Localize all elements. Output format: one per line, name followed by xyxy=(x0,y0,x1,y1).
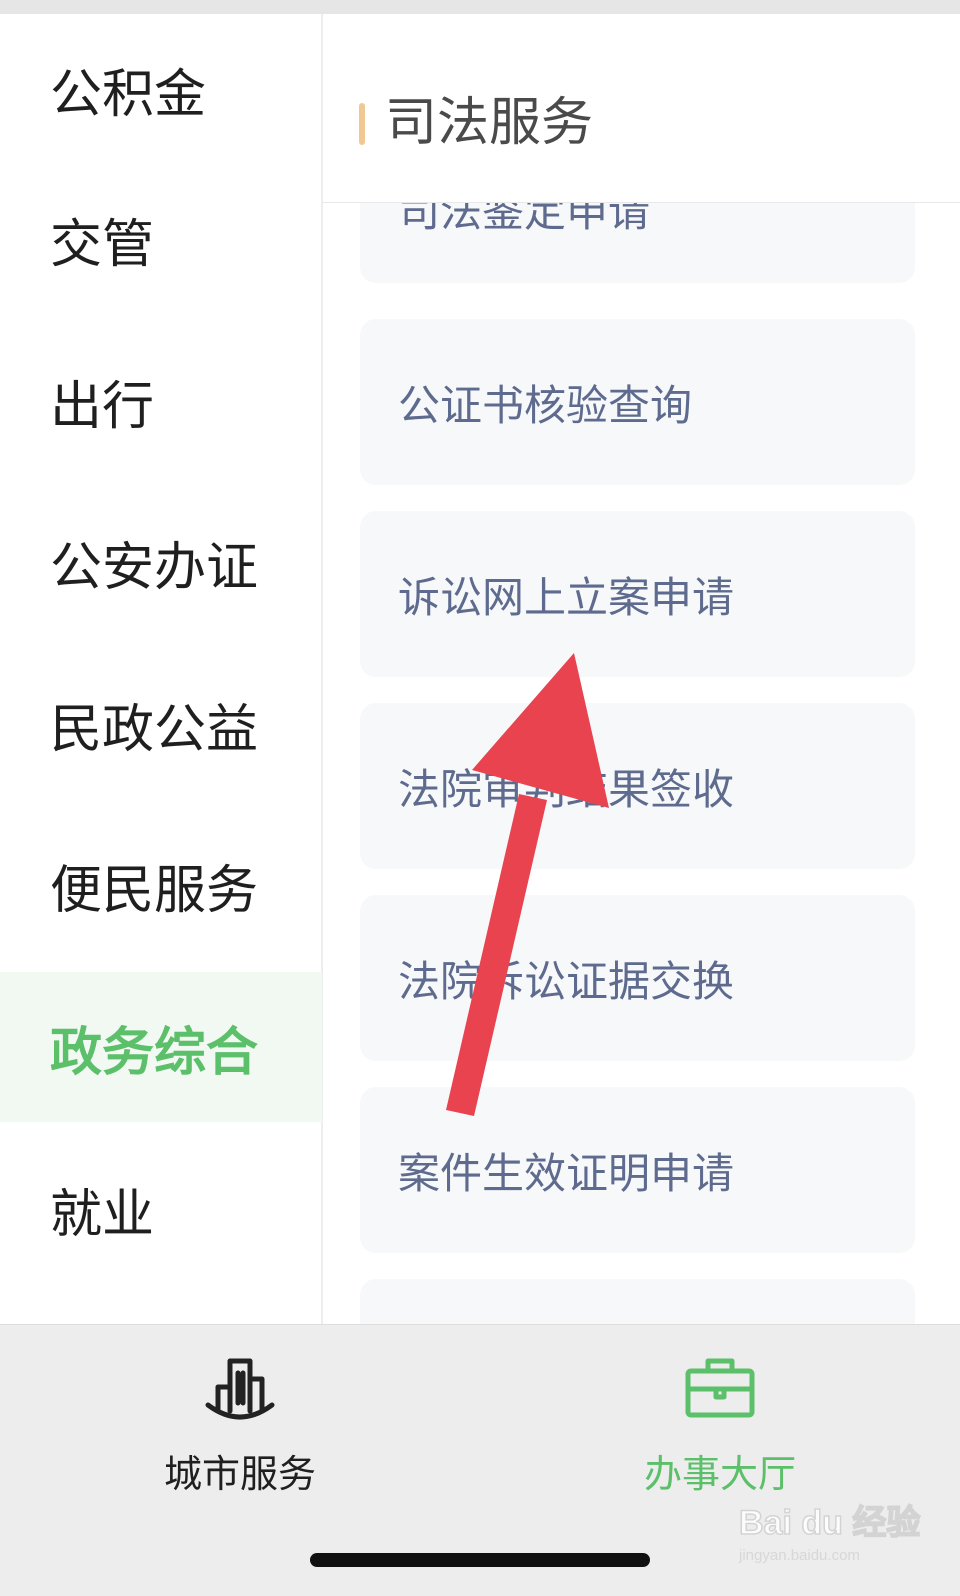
service-item-partial[interactable] xyxy=(360,1279,915,1324)
tab-label: 城市服务 xyxy=(163,1452,316,1496)
status-bar-strip xyxy=(0,0,960,14)
service-item-online-case-filing[interactable]: 诉讼网上立案申请 xyxy=(360,511,915,677)
section-accent-bar xyxy=(359,103,365,145)
watermark-brand: Bai du 经验 xyxy=(739,1503,920,1542)
service-item-label: 诉讼网上立案申请 xyxy=(398,572,735,622)
sidebar-item-civil-affairs[interactable]: 民政公益 xyxy=(0,649,322,799)
service-item-evidence-exchange[interactable]: 法院诉讼证据交换 xyxy=(360,895,915,1061)
city-building-icon xyxy=(205,1358,275,1420)
service-item-label: 公证书核验查询 xyxy=(398,380,693,430)
sidebar-item-travel[interactable]: 出行 xyxy=(0,326,322,476)
baidu-jingyan-watermark: Bai du 经验 jingyan.baidu.com xyxy=(738,1502,921,1564)
watermark-url: jingyan.baidu.com xyxy=(738,1547,860,1564)
briefcase-icon xyxy=(685,1358,755,1418)
sidebar-item-label: 就业 xyxy=(50,1184,155,1245)
sidebar-item-convenience[interactable]: 便民服务 xyxy=(0,810,322,960)
tab-city-services[interactable]: 城市服务 xyxy=(110,1349,370,1509)
sidebar-item-label: 民政公益 xyxy=(50,699,259,760)
service-item-case-effective-certificate[interactable]: 案件生效证明申请 xyxy=(360,1087,915,1253)
sidebar-item-label: 公积金 xyxy=(50,64,207,125)
service-item-notary-verification[interactable]: 公证书核验查询 xyxy=(360,319,915,485)
section-header: 司法服务 xyxy=(323,14,960,203)
sidebar-item-label: 交管 xyxy=(50,214,155,275)
tab-service-hall[interactable]: 办事大厅 xyxy=(590,1349,850,1509)
service-item-label: 案件生效证明申请 xyxy=(398,1148,735,1198)
service-item-label: 法院审判结果签收 xyxy=(398,764,735,814)
service-item-label: 司法鉴定申请 xyxy=(398,202,651,236)
sidebar-item-traffic[interactable]: 交管 xyxy=(0,164,322,314)
sidebar-item-government-affairs[interactable]: 政务综合 xyxy=(0,972,322,1122)
home-indicator xyxy=(310,1553,650,1567)
category-sidebar: 公积金 交管 出行 公安办证 民政公益 便民服务 政务综合 就业 xyxy=(0,14,322,1324)
sidebar-item-label: 出行 xyxy=(50,376,155,437)
service-content-panel: 司法服务 司法鉴定申请 公证书核验查询 诉讼网上立案申请 法院审判结果签收 法院… xyxy=(323,14,960,1324)
sidebar-item-label: 公安办证 xyxy=(50,537,259,598)
sidebar-item-police[interactable]: 公安办证 xyxy=(0,487,322,637)
sidebar-item-housing-fund[interactable]: 公积金 xyxy=(0,14,322,164)
service-item-court-judgment-receipt[interactable]: 法院审判结果签收 xyxy=(360,703,915,869)
section-title: 司法服务 xyxy=(385,93,594,153)
sidebar-item-label: 便民服务 xyxy=(50,860,259,921)
sidebar-item-label: 政务综合 xyxy=(50,1022,259,1083)
service-item-label: 法院诉讼证据交换 xyxy=(398,956,735,1006)
service-item-judicial-appraisal[interactable]: 司法鉴定申请 xyxy=(360,202,915,283)
service-list[interactable]: 司法鉴定申请 公证书核验查询 诉讼网上立案申请 法院审判结果签收 法院诉讼证据交… xyxy=(323,202,960,1324)
sidebar-item-employment[interactable]: 就业 xyxy=(0,1134,322,1284)
